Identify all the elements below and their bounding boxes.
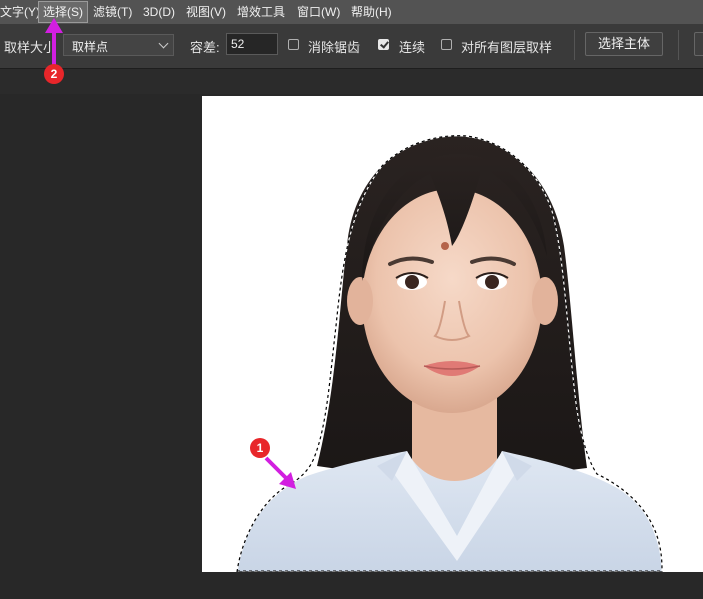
- select-subject-button[interactable]: 选择主体: [585, 32, 663, 56]
- tolerance-input[interactable]: [226, 33, 278, 55]
- contiguous-label: 连续: [399, 40, 426, 55]
- contiguous-checkbox[interactable]: [378, 39, 389, 50]
- select-and-mask-button[interactable]: [694, 32, 703, 56]
- menu-type[interactable]: 文字(Y): [0, 0, 40, 24]
- menu-bar: 文字(Y) 选择(S) 滤镜(T) 3D(D) 视图(V) 增效工具 窗口(W)…: [0, 0, 703, 24]
- menu-3d[interactable]: 3D(D): [143, 0, 175, 24]
- sample-all-layers-checkbox[interactable]: [441, 39, 452, 50]
- menu-select[interactable]: 选择(S): [38, 1, 88, 23]
- menu-plugins[interactable]: 增效工具: [237, 0, 285, 24]
- document-tab-strip: [0, 68, 703, 95]
- options-bar: 取样大小 取样点 容差: 消除锯齿 连续 对所有图层取样 选择主体: [0, 24, 703, 68]
- step-marker-1: 1: [250, 438, 270, 458]
- sample-all-layers-label: 对所有图层取样: [461, 40, 553, 55]
- divider: [678, 30, 679, 60]
- menu-filter[interactable]: 滤镜(T): [93, 0, 132, 24]
- anti-alias-checkbox[interactable]: [288, 39, 299, 50]
- document-canvas[interactable]: [202, 96, 703, 572]
- menu-window[interactable]: 窗口(W): [297, 0, 340, 24]
- portrait-photo: [236, 135, 663, 572]
- anti-alias-label: 消除锯齿: [308, 40, 361, 55]
- menu-help[interactable]: 帮助(H): [351, 0, 392, 24]
- sample-size-select[interactable]: 取样点: [63, 34, 174, 56]
- sample-size-value: 取样点: [72, 40, 109, 54]
- tolerance-label: 容差:: [190, 40, 220, 55]
- sample-size-label: 取样大小: [4, 40, 57, 55]
- chevron-down-icon: [158, 38, 169, 49]
- step-marker-2: 2: [44, 64, 64, 84]
- menu-view[interactable]: 视图(V): [186, 0, 226, 24]
- divider: [574, 30, 575, 60]
